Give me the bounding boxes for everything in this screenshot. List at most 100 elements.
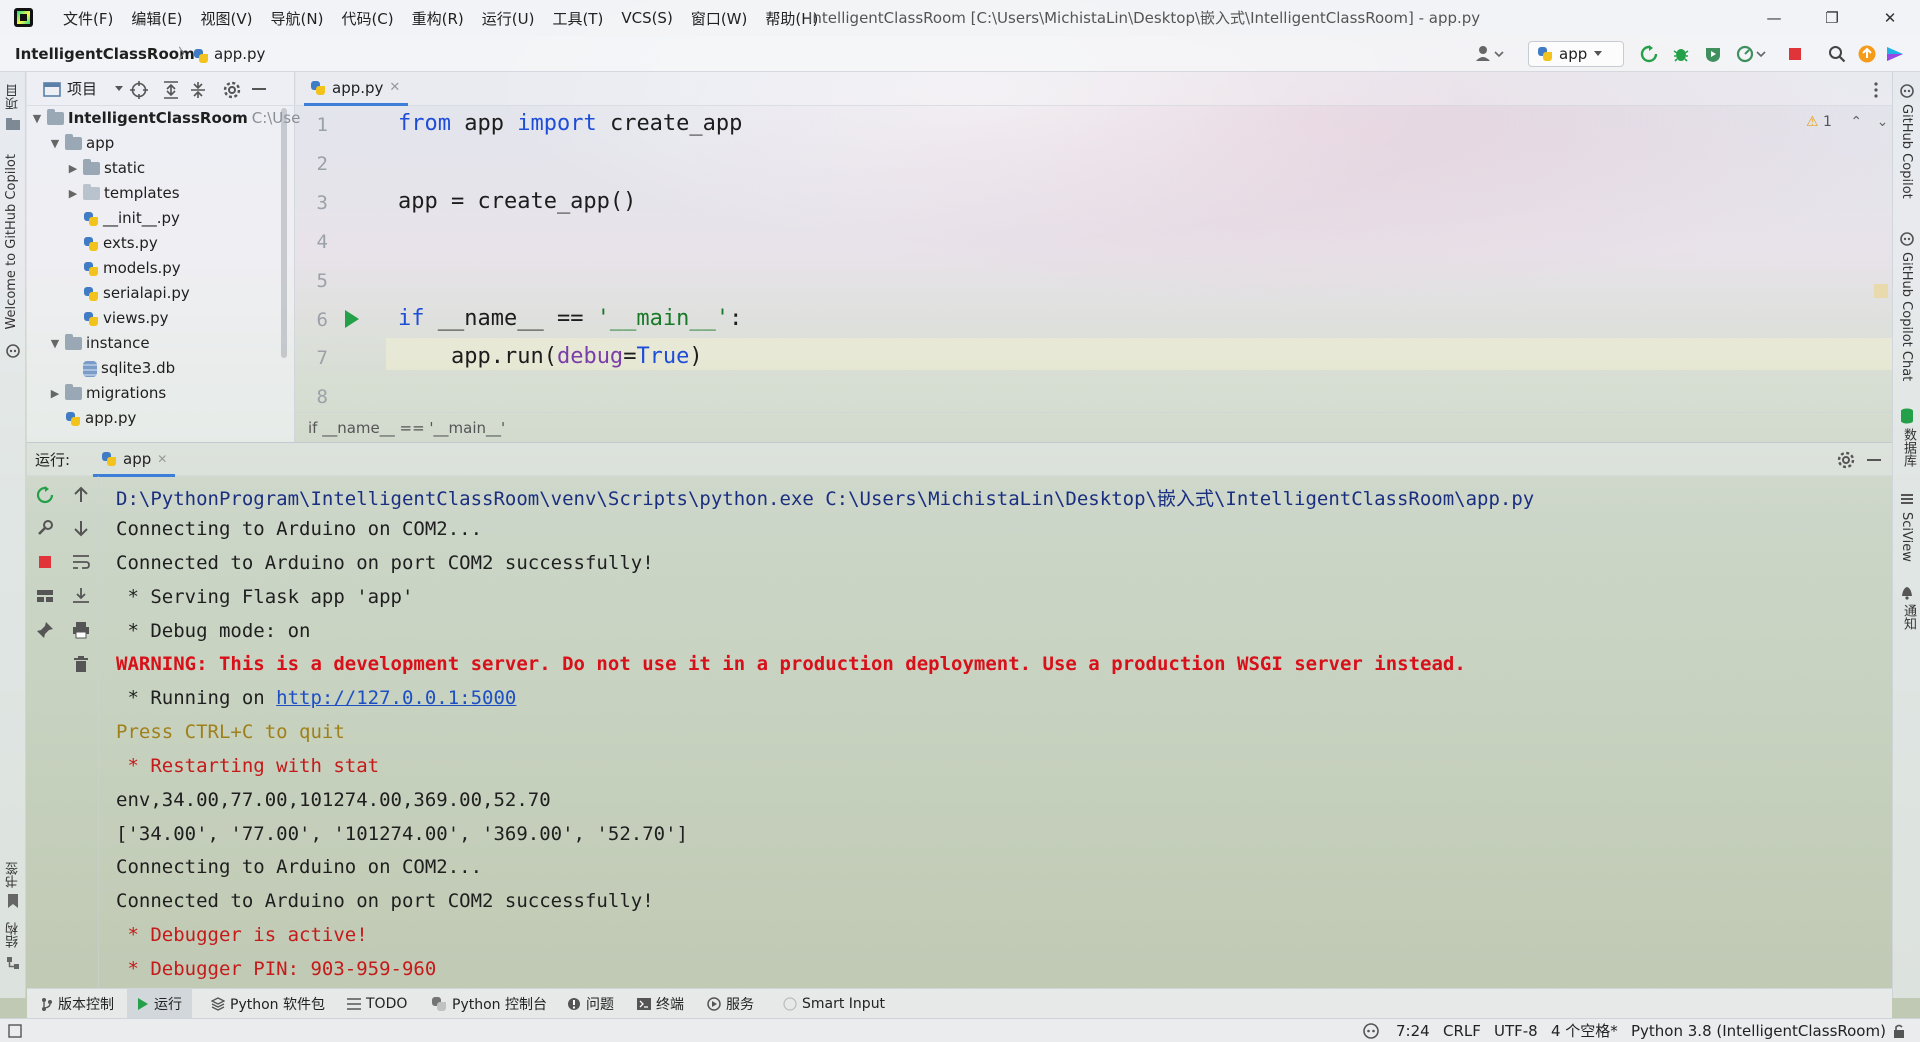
debug-bug-icon[interactable] bbox=[1672, 45, 1690, 63]
python-interpreter[interactable]: Python 3.8 (IntelligentClassRoom) bbox=[1631, 1019, 1886, 1042]
tool-python-packages[interactable]: Python 软件包 bbox=[211, 989, 325, 1019]
tree-item-migrations-folder[interactable]: ▶ migrations bbox=[49, 381, 166, 406]
line-separator[interactable]: CRLF bbox=[1443, 1019, 1481, 1042]
close-tab-icon[interactable]: ✕ bbox=[389, 80, 400, 95]
tree-item-static-folder[interactable]: ▶ static bbox=[67, 156, 145, 181]
chevron-down-icon[interactable] bbox=[115, 86, 123, 92]
right-tab-github-copilot[interactable]: GitHub Copilot bbox=[1899, 104, 1914, 199]
tree-item-instance-folder[interactable]: ▼ instance bbox=[49, 331, 150, 356]
tool-smart-input[interactable]: Smart Input bbox=[783, 989, 885, 1019]
more-options-icon[interactable] bbox=[1874, 82, 1878, 98]
left-tab-copilot-welcome[interactable]: Welcome to GitHub Copilot bbox=[4, 154, 19, 330]
left-tab-bookmarks[interactable]: 书签 bbox=[4, 862, 23, 888]
menu-refactor[interactable]: 重构(R) bbox=[403, 8, 473, 29]
tree-item-project-root[interactable]: ▼ IntelligentClassRoom C:\Use bbox=[31, 106, 300, 131]
tool-version-control[interactable]: 版本控制 bbox=[41, 989, 114, 1019]
search-icon[interactable] bbox=[1828, 45, 1846, 63]
scroll-to-end-icon[interactable] bbox=[72, 587, 90, 605]
stop-icon[interactable] bbox=[36, 553, 54, 571]
indent-setting[interactable]: 4 个空格* bbox=[1551, 1019, 1618, 1042]
restore-button[interactable]: ❐ bbox=[1804, 0, 1860, 36]
tree-item-app-py[interactable]: app.py bbox=[65, 406, 136, 431]
server-url-link[interactable]: http://127.0.0.1:5000 bbox=[276, 687, 516, 709]
tab-app-py[interactable]: app.py ✕ bbox=[304, 72, 408, 106]
profiler-icon[interactable] bbox=[1736, 45, 1766, 63]
print-icon[interactable] bbox=[72, 621, 90, 639]
tool-services[interactable]: 服务 bbox=[707, 989, 754, 1019]
tree-item-templates-folder[interactable]: ▶ templates bbox=[67, 181, 180, 206]
soft-wrap-icon[interactable] bbox=[72, 553, 90, 571]
trash-icon[interactable] bbox=[72, 655, 90, 673]
run-gutter-icon[interactable] bbox=[345, 310, 359, 328]
right-tab-notifications[interactable]: 通知 bbox=[1899, 604, 1918, 630]
tree-item-serialapi-py[interactable]: serialapi.py bbox=[83, 281, 190, 306]
project-scrollbar[interactable] bbox=[281, 108, 287, 358]
expand-all-icon[interactable] bbox=[163, 81, 179, 99]
arrow-down-icon[interactable] bbox=[72, 519, 90, 537]
run-with-coverage-icon[interactable] bbox=[1704, 45, 1722, 63]
code-editor[interactable]: 1 2 3 4 5 6 7 8 from app import create_a… bbox=[296, 106, 1892, 412]
breadcrumb-project[interactable]: IntelligentClassRoom bbox=[15, 36, 195, 72]
layout-icon[interactable] bbox=[36, 587, 54, 605]
copilot-status-icon[interactable] bbox=[1362, 1023, 1380, 1039]
collapse-all-icon[interactable] bbox=[190, 81, 206, 99]
project-panel-title[interactable]: 项目 bbox=[67, 72, 97, 106]
settings-gear-icon[interactable] bbox=[223, 81, 241, 99]
pin-icon[interactable] bbox=[36, 621, 54, 639]
tool-todo[interactable]: TODO bbox=[347, 989, 407, 1019]
inspection-widget[interactable]: ⚠ 1 ⌃ ⌄ bbox=[1806, 114, 1888, 130]
tree-item-models-py[interactable]: models.py bbox=[83, 256, 181, 281]
file-encoding[interactable]: UTF-8 bbox=[1494, 1019, 1538, 1042]
settings-gear-icon[interactable] bbox=[1837, 451, 1855, 469]
right-tab-sciview[interactable]: SciView bbox=[1899, 512, 1914, 562]
tree-item-sqlite-db[interactable]: sqlite3.db bbox=[83, 356, 175, 381]
chevron-down-icon[interactable]: ▼ bbox=[49, 331, 61, 356]
code-breadcrumb[interactable]: if __name__ == '__main__' bbox=[308, 413, 505, 443]
chevron-up-icon[interactable]: ⌃ bbox=[1850, 114, 1862, 130]
rerun-icon[interactable] bbox=[36, 486, 54, 504]
chevron-down-icon[interactable]: ⌄ bbox=[1877, 114, 1889, 130]
close-tab-icon[interactable]: ✕ bbox=[157, 452, 167, 466]
menu-run[interactable]: 运行(U) bbox=[473, 8, 544, 29]
menu-window[interactable]: 窗口(W) bbox=[682, 8, 757, 29]
chevron-right-icon[interactable]: ▶ bbox=[67, 181, 79, 206]
tool-python-console[interactable]: Python 控制台 bbox=[431, 989, 547, 1019]
user-account-icon[interactable] bbox=[1474, 44, 1504, 64]
wrench-icon[interactable] bbox=[36, 519, 54, 537]
caret-position[interactable]: 7:24 bbox=[1396, 1019, 1430, 1042]
tree-item-exts-py[interactable]: exts.py bbox=[83, 231, 158, 256]
warning-stripe-marker[interactable] bbox=[1874, 284, 1888, 298]
lock-icon[interactable] bbox=[1892, 1024, 1908, 1038]
right-tab-database[interactable]: 数据库 bbox=[1899, 428, 1918, 467]
menu-tools[interactable]: 工具(T) bbox=[543, 8, 612, 29]
menu-file[interactable]: 文件(F) bbox=[54, 8, 122, 29]
tool-run[interactable]: 运行 bbox=[127, 989, 192, 1019]
menu-edit[interactable]: 编辑(E) bbox=[122, 8, 191, 29]
run-configuration-selector[interactable]: app bbox=[1528, 41, 1624, 67]
tool-terminal[interactable]: 终端 bbox=[637, 989, 684, 1019]
menu-view[interactable]: 视图(V) bbox=[192, 8, 262, 29]
chevron-right-icon[interactable]: ▶ bbox=[49, 381, 61, 406]
tree-item-init-py[interactable]: __init__.py bbox=[83, 206, 180, 231]
menu-navigate[interactable]: 导航(N) bbox=[262, 8, 333, 29]
update-icon[interactable] bbox=[1858, 45, 1876, 63]
right-tab-github-copilot-chat[interactable]: GitHub Copilot Chat bbox=[1899, 252, 1914, 381]
left-tab-structure[interactable]: 结构 bbox=[4, 922, 23, 948]
tool-problems[interactable]: 问题 bbox=[567, 989, 614, 1019]
tree-item-app-folder[interactable]: ▼ app bbox=[49, 131, 114, 156]
rerun-icon[interactable] bbox=[1640, 45, 1658, 63]
hide-panel-icon[interactable] bbox=[1867, 459, 1881, 462]
left-tab-project[interactable]: 项目 bbox=[4, 84, 23, 110]
hide-panel-icon[interactable] bbox=[252, 88, 266, 91]
toggle-tool-windows-icon[interactable] bbox=[8, 1024, 22, 1038]
menu-vcs[interactable]: VCS(S) bbox=[612, 9, 681, 27]
menu-code[interactable]: 代码(C) bbox=[332, 8, 402, 29]
locate-file-icon[interactable] bbox=[130, 81, 148, 99]
pycharm-logo-icon[interactable] bbox=[14, 8, 33, 27]
minimize-button[interactable]: — bbox=[1746, 0, 1802, 36]
close-window-button[interactable]: ✕ bbox=[1862, 0, 1918, 36]
tree-item-views-py[interactable]: views.py bbox=[83, 306, 169, 331]
run-console-output[interactable]: D:\PythonProgram\IntelligentClassRoom\ve… bbox=[100, 476, 1890, 988]
chevron-down-icon[interactable]: ▼ bbox=[49, 131, 61, 156]
chevron-right-icon[interactable]: ▶ bbox=[67, 156, 79, 181]
